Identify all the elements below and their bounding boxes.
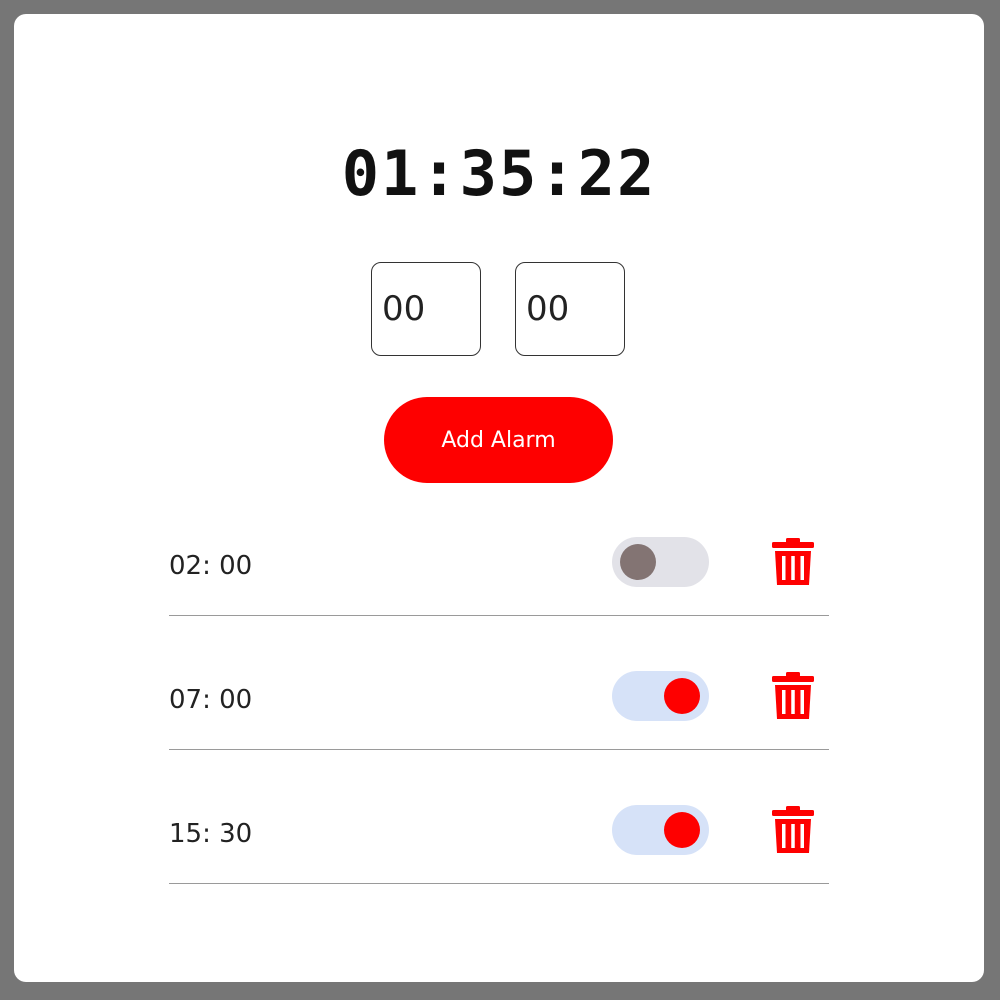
alarm-card: 01:35:22 Add Alarm 02: 00 07: 00 <box>14 14 984 982</box>
trash-icon[interactable] <box>769 805 817 855</box>
trash-icon[interactable] <box>769 537 817 587</box>
alarm-item: 15: 30 <box>169 802 829 936</box>
minutes-input[interactable] <box>515 262 625 356</box>
add-alarm-button[interactable]: Add Alarm <box>384 397 613 483</box>
toggle-knob <box>620 544 656 580</box>
alarm-item: 07: 00 <box>169 668 829 802</box>
alarm-time: 15: 30 <box>169 819 253 849</box>
alarm-time: 07: 00 <box>169 685 253 715</box>
toggle-knob <box>664 678 700 714</box>
digital-clock: 01:35:22 <box>341 137 657 210</box>
trash-icon[interactable] <box>769 671 817 721</box>
alarm-toggle[interactable] <box>612 537 709 587</box>
toggle-knob <box>664 812 700 848</box>
alarm-list: 02: 00 07: 00 15: 30 <box>169 534 829 936</box>
alarm-item: 02: 00 <box>169 534 829 668</box>
alarm-time: 02: 00 <box>169 551 253 581</box>
alarm-toggle[interactable] <box>612 805 709 855</box>
alarm-toggle[interactable] <box>612 671 709 721</box>
hours-input[interactable] <box>371 262 481 356</box>
